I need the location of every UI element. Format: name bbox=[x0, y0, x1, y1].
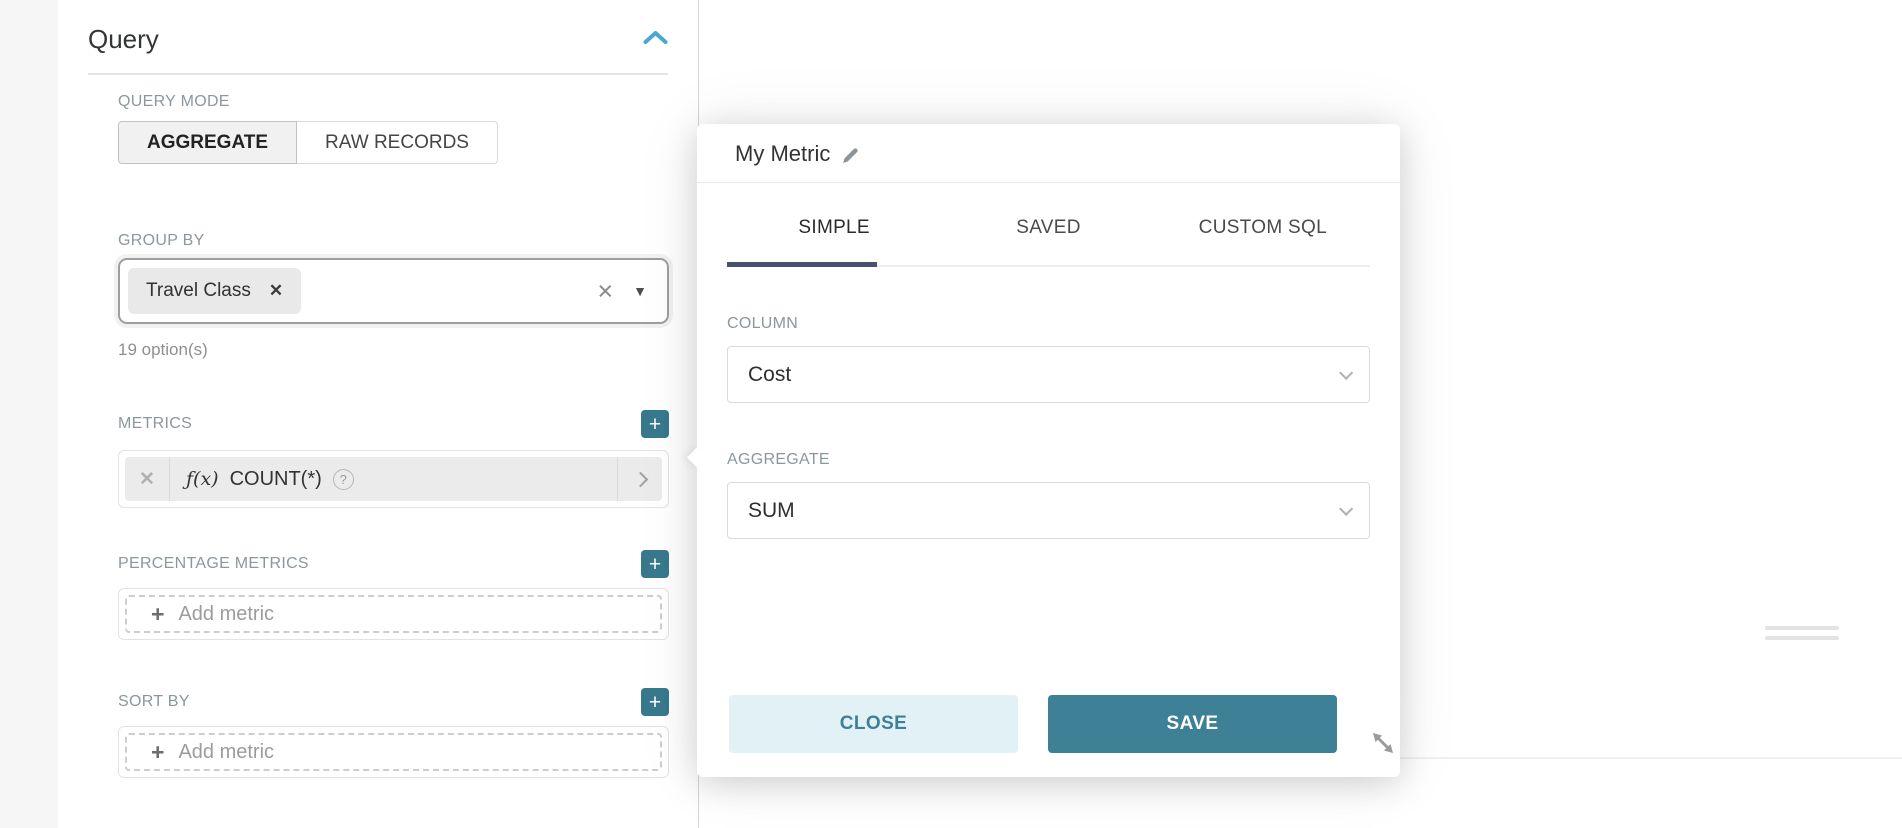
chevron-right-icon bbox=[632, 471, 648, 487]
select-clear-icon[interactable]: × bbox=[597, 279, 613, 303]
query-mode-label: QUERY MODE bbox=[118, 93, 669, 111]
add-percentage-metric-dropzone[interactable]: + Add metric bbox=[125, 595, 662, 633]
tab-simple[interactable]: SIMPLE bbox=[727, 217, 941, 265]
sort-by-label: SORT BY bbox=[118, 688, 190, 716]
group-by-chip-label: Travel Class bbox=[146, 280, 251, 302]
drag-handle-bar bbox=[1765, 636, 1839, 640]
metrics-label: METRICS bbox=[118, 410, 192, 438]
metric-remove-icon[interactable]: ✕ bbox=[139, 468, 155, 491]
metric-name-title: My Metric bbox=[735, 141, 830, 167]
metric-chip[interactable]: ✕ ƒ(x) COUNT(*) ? bbox=[125, 457, 662, 501]
percentage-metrics-container: + Add metric bbox=[118, 588, 669, 640]
plus-icon: + bbox=[151, 603, 164, 626]
title-divider bbox=[88, 73, 668, 75]
tab-custom-sql[interactable]: CUSTOM SQL bbox=[1156, 217, 1370, 265]
help-icon[interactable]: ? bbox=[333, 469, 354, 490]
aggregate-label: AGGREGATE bbox=[727, 451, 1370, 469]
resize-icon[interactable] bbox=[1368, 728, 1398, 763]
select-caret-down-icon[interactable]: ▼ bbox=[633, 283, 647, 299]
aggregate-select[interactable]: SUM bbox=[727, 482, 1370, 539]
add-sort-metric-dropzone[interactable]: + Add metric bbox=[125, 733, 662, 771]
group-by-select[interactable]: Travel Class ✕ × ▼ bbox=[118, 258, 669, 324]
add-metric-button[interactable]: + bbox=[641, 410, 669, 438]
add-metric-placeholder: Add metric bbox=[178, 741, 274, 764]
save-button[interactable]: SAVE bbox=[1048, 695, 1337, 753]
query-mode-toggle: AGGREGATE RAW RECORDS bbox=[118, 121, 498, 164]
chevron-up-icon bbox=[643, 32, 668, 49]
column-label: COLUMN bbox=[727, 315, 1370, 333]
metrics-container: ✕ ƒ(x) COUNT(*) ? bbox=[118, 450, 669, 508]
query-section-title: Query bbox=[88, 22, 159, 56]
chevron-down-icon bbox=[1339, 365, 1353, 379]
sort-by-container: + Add metric bbox=[118, 726, 669, 778]
group-by-label: GROUP BY bbox=[118, 232, 669, 250]
group-by-options-hint: 19 option(s) bbox=[118, 340, 669, 360]
left-gutter bbox=[0, 0, 58, 828]
chip-remove-icon[interactable]: ✕ bbox=[269, 281, 283, 301]
tab-saved[interactable]: SAVED bbox=[941, 217, 1155, 265]
add-metric-placeholder: Add metric bbox=[178, 603, 274, 626]
group-by-chip[interactable]: Travel Class ✕ bbox=[128, 268, 301, 314]
plus-icon: + bbox=[151, 741, 164, 764]
metric-chip-label: COUNT(*) bbox=[230, 468, 322, 491]
metric-editor-popover: My Metric SIMPLE SAVED CUSTOM SQL COLUMN… bbox=[697, 124, 1400, 777]
column-select[interactable]: Cost bbox=[727, 346, 1370, 403]
drag-handle-lines bbox=[1765, 626, 1839, 646]
edit-name-pencil-icon[interactable] bbox=[840, 145, 861, 166]
drag-handle-bar bbox=[1765, 626, 1839, 630]
collapse-section-button[interactable] bbox=[643, 30, 668, 50]
chevron-down-icon bbox=[1339, 501, 1353, 515]
column-select-value: Cost bbox=[748, 363, 791, 387]
aggregate-mode-button[interactable]: AGGREGATE bbox=[118, 121, 297, 164]
raw-records-mode-button[interactable]: RAW RECORDS bbox=[296, 121, 498, 164]
close-button[interactable]: CLOSE bbox=[729, 695, 1018, 753]
add-percentage-metric-button[interactable]: + bbox=[641, 550, 669, 578]
metric-editor-tabs: SIMPLE SAVED CUSTOM SQL bbox=[727, 217, 1370, 267]
query-panel: Query QUERY MODE AGGREGATE RAW RECORDS G… bbox=[58, 0, 698, 828]
add-sort-metric-button[interactable]: + bbox=[641, 688, 669, 716]
function-icon: ƒ(x) bbox=[186, 468, 219, 490]
aggregate-select-value: SUM bbox=[748, 499, 795, 523]
percentage-metrics-label: PERCENTAGE METRICS bbox=[118, 550, 309, 578]
metric-expand-button[interactable] bbox=[618, 457, 662, 501]
